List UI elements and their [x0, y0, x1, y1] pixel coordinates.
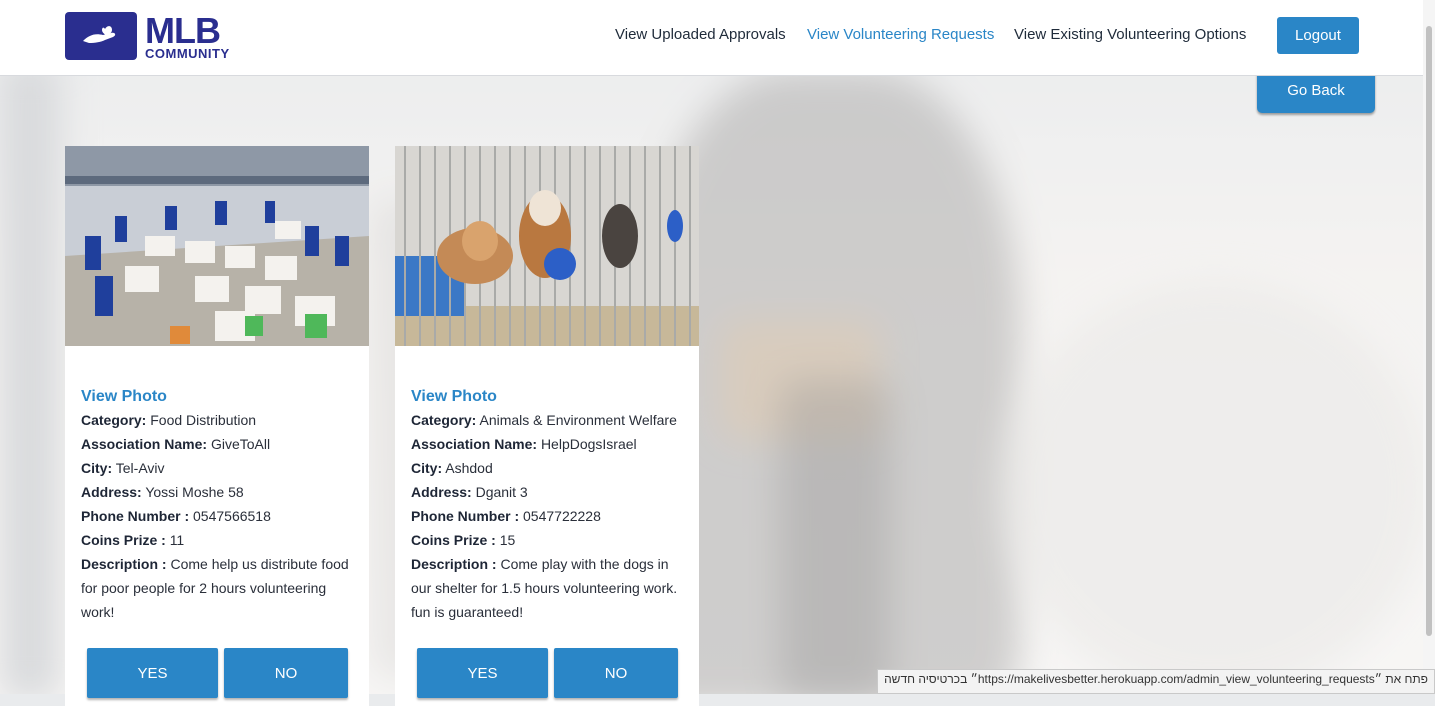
approve-yes-button[interactable]: YES — [87, 648, 218, 698]
city-row: City: Tel-Aviv — [81, 460, 165, 476]
coins-row: Coins Prize : 11 — [81, 532, 185, 548]
association-row: Association Name: GiveToAll — [81, 436, 271, 452]
link-status-tooltip: פתח את ״https://makelivesbetter.herokuap… — [877, 669, 1435, 694]
description-row: Description : Come help us distribute fo… — [81, 556, 349, 620]
nav-view-existing-volunteering-options[interactable]: View Existing Volunteering Options — [1014, 26, 1246, 43]
reject-no-button[interactable]: NO — [554, 648, 678, 698]
category-row: Category: Animals & Environment Welfare — [411, 412, 677, 428]
logo[interactable]: MLB COMMUNITY — [65, 12, 230, 60]
request-card: View Photo Category: Food Distribution A… — [65, 146, 369, 706]
logo-subtitle: COMMUNITY — [145, 45, 230, 61]
vertical-scrollbar[interactable] — [1423, 0, 1435, 694]
logo-title: MLB — [145, 9, 221, 51]
logout-button[interactable]: Logout — [1277, 17, 1359, 54]
coins-row: Coins Prize : 15 — [411, 532, 516, 548]
view-photo-link[interactable]: View Photo — [411, 386, 683, 408]
description-row: Description : Come play with the dogs in… — [411, 556, 678, 620]
reject-no-button[interactable]: NO — [224, 648, 348, 698]
nav-view-volunteering-requests[interactable]: View Volunteering Requests — [807, 26, 994, 43]
navbar: MLB COMMUNITY View Uploaded Approvals Vi… — [0, 0, 1423, 76]
request-photo — [395, 146, 699, 346]
category-row: Category: Food Distribution — [81, 412, 257, 428]
scrollbar-thumb[interactable] — [1426, 26, 1432, 636]
view-photo-link[interactable]: View Photo — [81, 386, 353, 408]
approve-yes-button[interactable]: YES — [417, 648, 548, 698]
association-row: Association Name: HelpDogsIsrael — [411, 436, 637, 452]
address-row: Address: Dganit 3 — [411, 484, 528, 500]
address-row: Address: Yossi Moshe 58 — [81, 484, 244, 500]
city-row: City: Ashdod — [411, 460, 493, 476]
nav-view-uploaded-approvals[interactable]: View Uploaded Approvals — [615, 26, 786, 43]
hand-logo-icon — [65, 12, 137, 60]
request-card: View Photo Category: Animals & Environme… — [395, 146, 699, 706]
phone-row: Phone Number : 0547722228 — [411, 508, 601, 524]
request-photo — [65, 146, 369, 346]
phone-row: Phone Number : 0547566518 — [81, 508, 271, 524]
